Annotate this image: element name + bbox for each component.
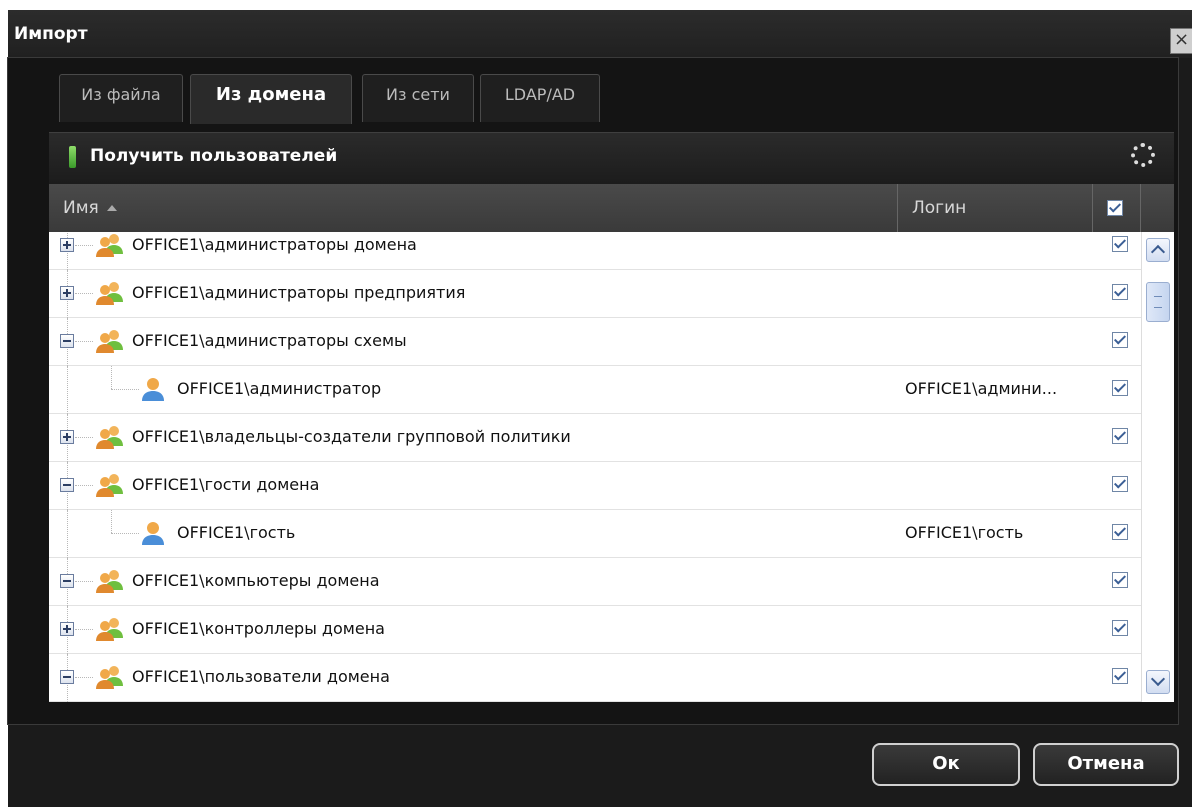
table-row-user[interactable]: OFFICE1\администратор OFFICE1\админи... bbox=[49, 366, 1141, 414]
row-checkbox[interactable] bbox=[1112, 572, 1128, 588]
row-name: OFFICE1\компьютеры домена bbox=[132, 571, 380, 590]
vertical-scrollbar[interactable] bbox=[1141, 232, 1174, 702]
row-checkbox[interactable] bbox=[1112, 476, 1128, 492]
table-row-group[interactable]: OFFICE1\владельцы-создатели групповой по… bbox=[49, 414, 1141, 462]
table-row-group[interactable]: OFFICE1\администраторы схемы bbox=[49, 318, 1141, 366]
collapse-icon[interactable] bbox=[60, 478, 74, 492]
tree-line bbox=[67, 510, 68, 558]
scroll-up-icon[interactable] bbox=[1146, 238, 1170, 262]
row-login: OFFICE1\админи... bbox=[905, 379, 1058, 398]
user-group-icon bbox=[95, 424, 125, 450]
column-header-name-label: Имя bbox=[63, 198, 99, 218]
row-name: OFFICE1\администратор bbox=[177, 379, 382, 398]
tree-line bbox=[75, 245, 93, 246]
tab-from-domain[interactable]: Из домена bbox=[190, 74, 352, 124]
row-login: OFFICE1\гость bbox=[905, 523, 1024, 542]
user-icon bbox=[141, 376, 165, 402]
user-icon bbox=[141, 520, 165, 546]
collapse-icon[interactable] bbox=[60, 574, 74, 588]
column-header-login-label: Логин bbox=[912, 198, 967, 218]
get-users-button[interactable]: Получить пользователей bbox=[90, 146, 337, 166]
row-checkbox[interactable] bbox=[1112, 284, 1128, 300]
expand-icon[interactable] bbox=[60, 622, 74, 636]
table-header: Имя Логин bbox=[49, 184, 1174, 232]
table-body: OFFICE1\администраторы домена OFFICE1\адм… bbox=[49, 232, 1141, 702]
expand-icon[interactable] bbox=[60, 286, 74, 300]
tab-ldap-ad[interactable]: LDAP/AD bbox=[480, 74, 600, 122]
dialog-title: Импорт bbox=[14, 24, 88, 44]
tree-line bbox=[75, 437, 93, 438]
user-group-icon bbox=[95, 328, 125, 354]
table-row-group[interactable]: OFFICE1\пользователи домена bbox=[49, 654, 1141, 702]
row-checkbox[interactable] bbox=[1112, 236, 1128, 252]
table-row-group[interactable]: OFFICE1\гости домена bbox=[49, 462, 1141, 510]
row-name: OFFICE1\администраторы предприятия bbox=[132, 283, 466, 302]
tree-line bbox=[111, 510, 112, 533]
table-row-group[interactable]: OFFICE1\администраторы домена bbox=[49, 232, 1141, 270]
tree-line bbox=[75, 629, 93, 630]
tree-line bbox=[111, 389, 139, 390]
row-checkbox[interactable] bbox=[1112, 428, 1128, 444]
row-checkbox[interactable] bbox=[1112, 524, 1128, 540]
cancel-button[interactable]: Отмена bbox=[1033, 743, 1179, 786]
column-header-name[interactable]: Имя bbox=[49, 184, 898, 232]
tree-line bbox=[75, 293, 93, 294]
column-header-select bbox=[1093, 184, 1141, 232]
close-icon[interactable]: × bbox=[1170, 28, 1192, 54]
row-checkbox[interactable] bbox=[1112, 332, 1128, 348]
user-group-icon bbox=[95, 616, 125, 642]
user-group-icon bbox=[95, 232, 125, 258]
tree-line bbox=[111, 366, 112, 389]
column-header-login[interactable]: Логин bbox=[898, 184, 1093, 232]
scroll-down-icon[interactable] bbox=[1146, 670, 1170, 694]
tab-from-network[interactable]: Из сети bbox=[362, 74, 474, 122]
user-group-icon bbox=[95, 664, 125, 690]
row-name: OFFICE1\контроллеры домена bbox=[132, 619, 385, 638]
collapse-icon[interactable] bbox=[60, 334, 74, 348]
row-checkbox[interactable] bbox=[1112, 668, 1128, 684]
tab-from-file[interactable]: Из файла bbox=[59, 74, 183, 122]
row-name: OFFICE1\гости домена bbox=[132, 475, 320, 494]
table-row-user[interactable]: OFFICE1\гость OFFICE1\гость bbox=[49, 510, 1141, 558]
row-name: OFFICE1\владельцы-создатели групповой по… bbox=[132, 427, 571, 446]
user-group-icon bbox=[95, 280, 125, 306]
ok-button[interactable]: Ок bbox=[872, 743, 1020, 786]
tree-line bbox=[75, 581, 93, 582]
tree-line bbox=[75, 485, 93, 486]
expand-icon[interactable] bbox=[60, 430, 74, 444]
tree-line bbox=[111, 533, 139, 534]
spinner-icon[interactable] bbox=[1131, 143, 1155, 167]
table-row-group[interactable]: OFFICE1\компьютеры домена bbox=[49, 558, 1141, 606]
row-name: OFFICE1\пользователи домена bbox=[132, 667, 390, 686]
tree-line bbox=[75, 677, 93, 678]
user-group-icon bbox=[95, 472, 125, 498]
dialog-titlebar: Импорт × bbox=[8, 10, 1192, 58]
tree-line bbox=[67, 366, 68, 414]
row-name: OFFICE1\администраторы домена bbox=[132, 235, 417, 254]
row-checkbox[interactable] bbox=[1112, 380, 1128, 396]
scroll-thumb[interactable] bbox=[1146, 282, 1170, 322]
row-name: OFFICE1\администраторы схемы bbox=[132, 331, 407, 350]
row-name: OFFICE1\гость bbox=[177, 523, 296, 542]
collapse-icon[interactable] bbox=[60, 670, 74, 684]
select-all-checkbox[interactable] bbox=[1107, 200, 1123, 216]
row-checkbox[interactable] bbox=[1112, 620, 1128, 636]
table-row-group[interactable]: OFFICE1\контроллеры домена bbox=[49, 606, 1141, 654]
tree-line bbox=[75, 341, 93, 342]
table-row-group[interactable]: OFFICE1\администраторы предприятия bbox=[49, 270, 1141, 318]
user-group-icon bbox=[95, 568, 125, 594]
sort-ascending-icon bbox=[106, 205, 117, 211]
download-icon[interactable] bbox=[69, 146, 76, 168]
expand-icon[interactable] bbox=[60, 238, 74, 252]
